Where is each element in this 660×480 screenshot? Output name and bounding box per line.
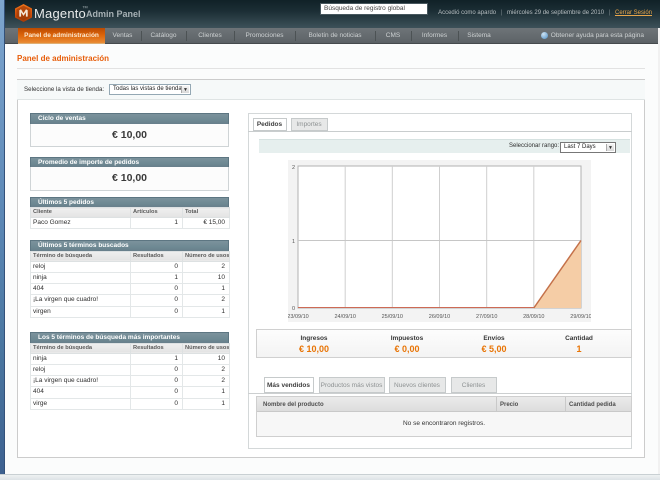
svg-text:23/09/10: 23/09/10 [288,314,309,320]
svg-text:29/09/10: 29/09/10 [570,314,591,320]
svg-text:26/09/10: 26/09/10 [429,314,450,320]
svg-text:27/09/10: 27/09/10 [476,314,497,320]
svg-text:25/09/10: 25/09/10 [382,314,403,320]
svg-text:24/09/10: 24/09/10 [334,314,355,320]
svg-text:1: 1 [292,239,295,245]
svg-text:28/09/10: 28/09/10 [523,314,544,320]
svg-text:2: 2 [292,165,295,171]
svg-text:0: 0 [292,306,295,312]
